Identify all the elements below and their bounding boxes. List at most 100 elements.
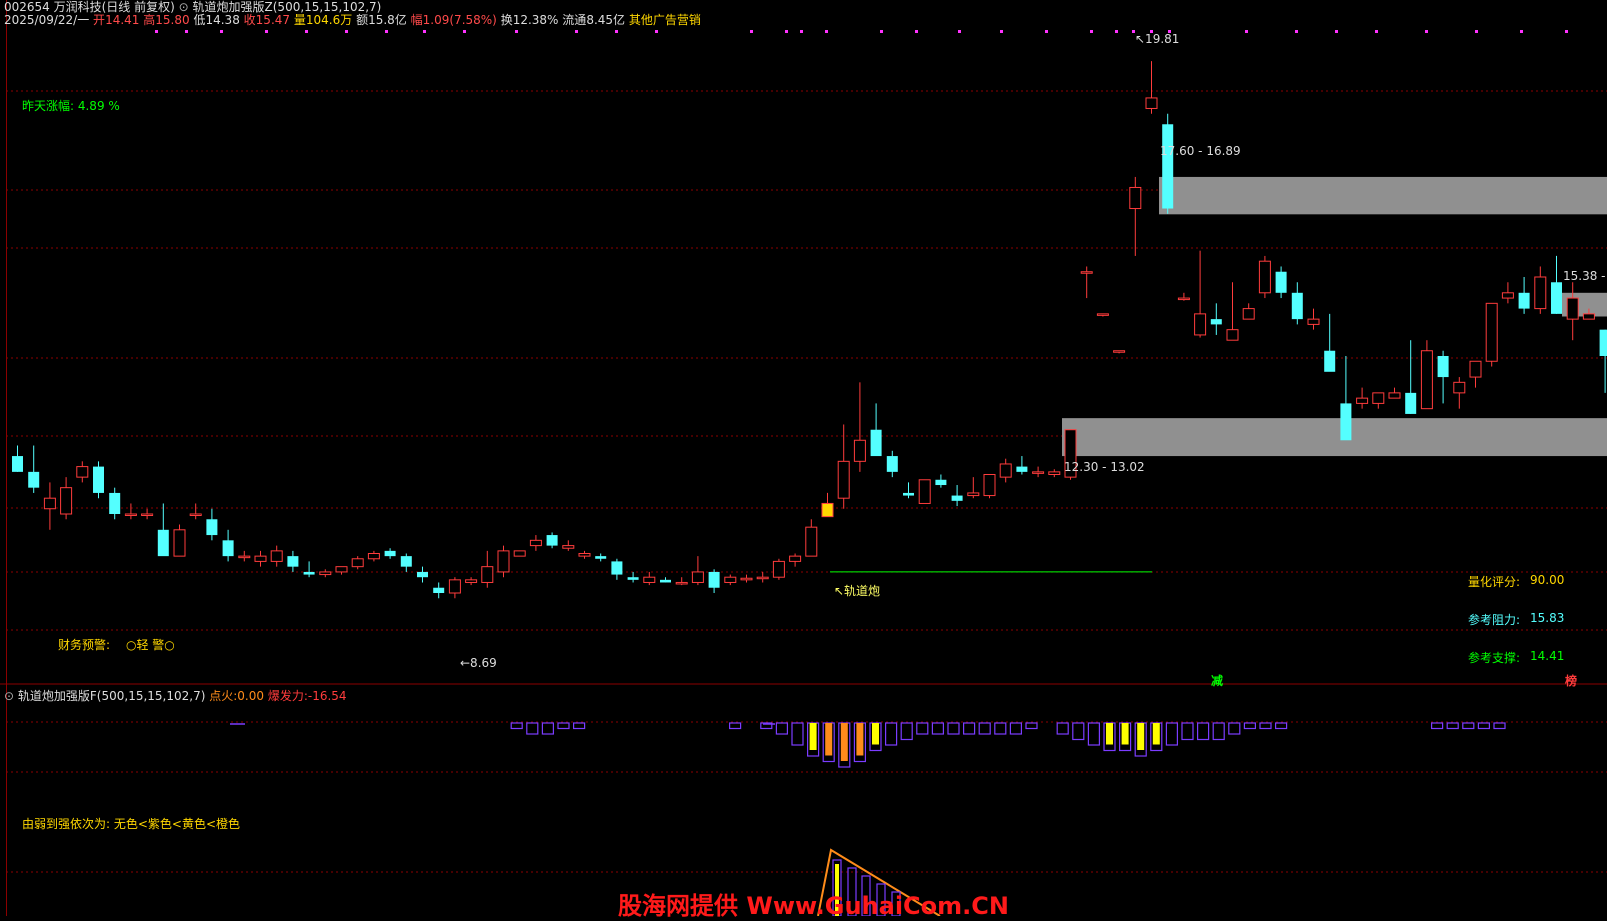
candle-body-down [708, 571, 720, 588]
candle-body-down [1437, 356, 1449, 378]
candle-body-up [805, 526, 818, 557]
sub-bar-outline [1462, 722, 1475, 730]
support-label: 参考支撑: [1468, 651, 1521, 665]
sub-bar-outline [916, 722, 929, 735]
candle-body-up [1388, 392, 1401, 399]
candle-body-up [756, 576, 769, 580]
candle-body-up [1501, 292, 1514, 299]
candle-body-down [1518, 292, 1530, 309]
sub-bar-outline [1493, 722, 1506, 730]
zone-bottom-label: 12.30 - 13.02 [1064, 460, 1145, 474]
candle-body-down [1291, 292, 1303, 320]
candle-body-down [660, 579, 671, 583]
sub-bar-outline [1259, 722, 1272, 730]
candle-body-up [643, 576, 656, 583]
sub-bar-outline [775, 722, 789, 735]
zone-top-label: 17.60 - 16.89 [1160, 144, 1241, 158]
candle-body-down [222, 540, 234, 557]
sub-indicator-name[interactable]: 轨道炮加强版F(500,15,15,102,7) [18, 689, 206, 703]
sub-bar-outline [931, 722, 945, 735]
candle-body-up [367, 553, 380, 560]
chart-canvas[interactable] [0, 0, 1607, 916]
tag-list: 榜 [1565, 674, 1578, 688]
candle-body-up [254, 555, 267, 562]
candle-body-down [1324, 350, 1336, 372]
sub-bar-fill [825, 723, 833, 756]
candle-body-up [967, 492, 980, 497]
top-marker-15 [800, 30, 803, 33]
sub-bar-fill [1106, 723, 1113, 745]
candle-body-up [1096, 313, 1109, 316]
candle-body-down [12, 456, 23, 472]
sub-bar-outline [557, 722, 570, 730]
sub-bar-outline [791, 722, 804, 746]
finance-warning-label: 财务预警: [58, 638, 111, 652]
candle-body-down [417, 571, 428, 578]
candle-body-up [1129, 186, 1142, 210]
candle-body-down [400, 556, 412, 567]
sub-bar-outline [541, 722, 555, 735]
top-marker-31 [1425, 30, 1428, 33]
sub-indicator-header: ⊙ 轨道炮加强版F(500,15,15,102,7) 点火:0.00 爆发力:-… [4, 689, 347, 703]
burst-label: 爆发力: [267, 689, 308, 703]
candle-body-up [60, 487, 73, 515]
sub-bar-outline [1228, 722, 1241, 735]
candle-body-up [529, 539, 542, 547]
sub-bar-outline [526, 722, 539, 735]
candle-body-up [1485, 302, 1498, 362]
candle-body-down [28, 471, 40, 488]
candle-body-down [611, 561, 623, 575]
sub-dropdown-icon[interactable]: ⊙ [4, 689, 14, 703]
candle-body-down [951, 495, 963, 501]
candle-body-up [335, 566, 348, 573]
top-marker-28 [1295, 30, 1298, 33]
candle-body-down [1340, 403, 1352, 441]
resist-value: 15.83 [1530, 611, 1565, 625]
candle-body-down [1210, 319, 1222, 325]
candle-body-down [627, 577, 639, 580]
legend-note: 由弱到强依次为: 无色<紫色<黄色<橙色 [22, 817, 241, 831]
sub-bar-outline [1072, 722, 1085, 741]
candle-body-down [546, 535, 558, 546]
candle-body-up [1032, 471, 1045, 474]
candle-body-down [1599, 329, 1607, 356]
candle-body-up [1177, 297, 1190, 301]
candle-body-up [1194, 313, 1207, 336]
top-marker-10 [575, 30, 578, 33]
tag-reduce: 减 [1211, 674, 1224, 688]
candle-body-up [853, 439, 866, 462]
score-label: 量化评分: [1468, 575, 1521, 589]
sub-bar-outline [1274, 722, 1288, 730]
top-marker-33 [1520, 30, 1523, 33]
finance-warning-level: ○轻 警○ [126, 638, 175, 652]
candle-body-up [740, 577, 753, 581]
candle-body-up [43, 497, 56, 510]
top-marker-17 [880, 30, 883, 33]
sub-bar-outline [1087, 722, 1101, 746]
candle-body-down [157, 529, 169, 557]
candle-body-down [1016, 466, 1028, 472]
top-marker-34 [1565, 30, 1568, 33]
top-marker-0 [155, 30, 158, 33]
candle-body-up [124, 513, 137, 516]
candle-body-up [1372, 392, 1385, 404]
top-marker-21 [1045, 30, 1048, 33]
sub-bar-outline [1196, 722, 1210, 741]
sub-bar-fill [1137, 723, 1145, 750]
candle-body-up [1356, 397, 1369, 404]
candle-body-down [206, 519, 218, 536]
sub-bar-outline [1181, 722, 1194, 741]
candle-body-up [675, 581, 688, 585]
top-marker-19 [958, 30, 961, 33]
sub-bar-outline [1025, 722, 1038, 730]
sub-bar-outline [572, 722, 586, 730]
low-price-mark: ←8.69 [460, 656, 497, 670]
top-marker-20 [1000, 30, 1003, 33]
support-zone [1062, 418, 1607, 457]
candle-body-up [1258, 260, 1271, 294]
candle-body-up [351, 558, 364, 568]
sub-bar-fill [1152, 723, 1160, 745]
sub-bar-outline [947, 722, 960, 735]
yesterday-change: 昨天涨幅: 4.89 % [22, 99, 120, 113]
high-price-mark: ↖19.81 [1135, 32, 1180, 46]
